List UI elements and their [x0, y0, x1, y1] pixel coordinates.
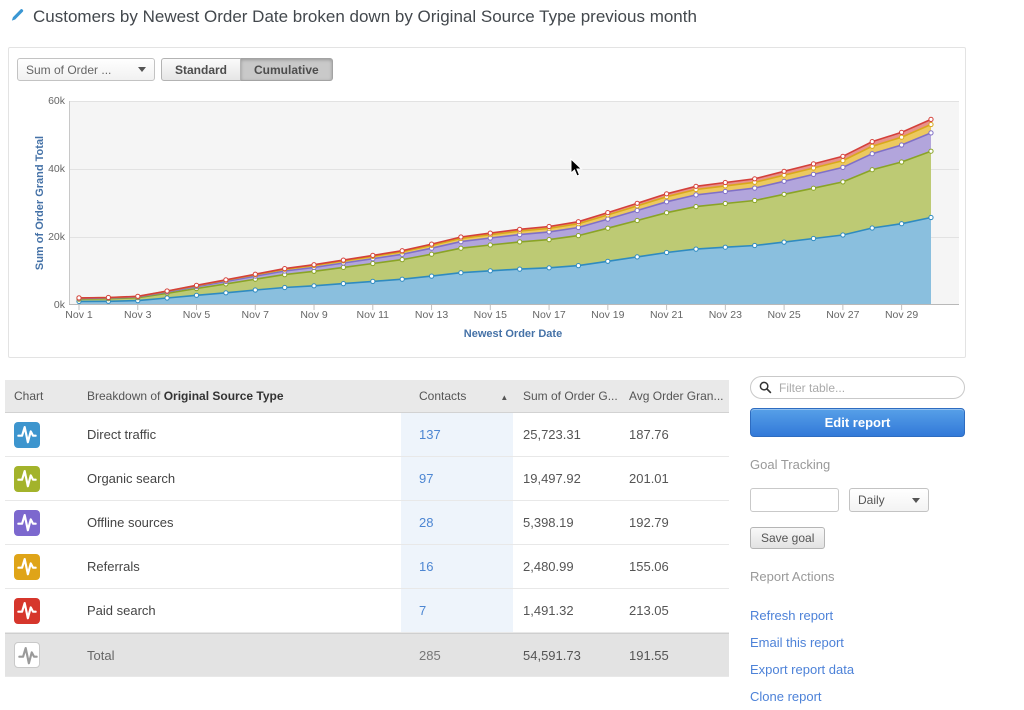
- x-tick-label: Nov 27: [821, 309, 865, 321]
- total-contacts-value: 285: [419, 648, 441, 663]
- report-sidebar: Edit report Goal Tracking Daily Save goa…: [750, 376, 966, 704]
- report-action-link[interactable]: Clone report: [750, 689, 966, 704]
- x-tick-label: Nov 17: [527, 309, 571, 321]
- contacts-count-link[interactable]: 97: [419, 471, 433, 486]
- report-title-bar: Customers by Newest Order Date broken do…: [10, 7, 697, 27]
- stacked-area-chart[interactable]: [69, 101, 959, 311]
- source-label: Paid search: [63, 603, 401, 618]
- search-icon: [759, 381, 772, 394]
- sum-value: 2,480.99: [513, 559, 623, 574]
- y-tick-label: 20k: [33, 231, 65, 243]
- x-tick-label: Nov 9: [292, 309, 336, 321]
- table-row: Direct traffic 137 25,723.31 187.76: [5, 413, 729, 457]
- x-tick-label: Nov 19: [586, 309, 630, 321]
- sum-value: 25,723.31: [513, 427, 623, 442]
- avg-column-header[interactable]: Avg Order Gran...: [623, 389, 729, 403]
- x-tick-label: Nov 15: [468, 309, 512, 321]
- save-goal-button[interactable]: Save goal: [750, 527, 825, 549]
- sparkline-icon[interactable]: [14, 598, 40, 624]
- goal-period-dropdown[interactable]: Daily: [849, 488, 929, 512]
- contacts-count-link[interactable]: 137: [419, 427, 441, 442]
- avg-value: 155.06: [623, 559, 729, 574]
- avg-value: 187.76: [623, 427, 729, 442]
- chevron-down-icon: [138, 67, 146, 72]
- y-tick-label: 40k: [33, 163, 65, 175]
- x-tick-label: Nov 1: [57, 309, 101, 321]
- x-axis-title: Newest Order Date: [464, 328, 562, 340]
- sparkline-icon[interactable]: [14, 510, 40, 536]
- y-axis-title: Sum of Order Grand Total: [34, 136, 46, 270]
- breakdown-table: Chart Breakdown of Original Source Type …: [5, 380, 729, 677]
- filter-table-input[interactable]: [750, 376, 965, 399]
- avg-value: 201.01: [623, 471, 729, 486]
- source-label: Referrals: [63, 559, 401, 574]
- avg-value: 192.79: [623, 515, 729, 530]
- report-action-link[interactable]: Export report data: [750, 662, 966, 677]
- report-action-link[interactable]: Email this report: [750, 635, 966, 650]
- chart-panel: Sum of Order ... Standard Cumulative Sum…: [8, 47, 966, 358]
- sum-value: 1,491.32: [513, 603, 623, 618]
- sparkline-icon[interactable]: [14, 422, 40, 448]
- x-tick-label: Nov 7: [233, 309, 277, 321]
- x-tick-label: Nov 29: [880, 309, 924, 321]
- x-tick-label: Nov 5: [175, 309, 219, 321]
- x-tick-label: Nov 23: [703, 309, 747, 321]
- standard-toggle-button[interactable]: Standard: [161, 58, 241, 81]
- breakdown-column-header[interactable]: Breakdown of Original Source Type: [63, 389, 401, 403]
- source-label: Total: [63, 648, 401, 663]
- x-tick-label: Nov 13: [410, 309, 454, 321]
- sum-value: 5,398.19: [513, 515, 623, 530]
- report-action-link[interactable]: Refresh report: [750, 608, 966, 623]
- table-header-row: Chart Breakdown of Original Source Type …: [5, 380, 729, 413]
- report-actions-heading: Report Actions: [750, 569, 966, 584]
- contacts-count-link[interactable]: 16: [419, 559, 433, 574]
- metric-dropdown[interactable]: Sum of Order ...: [17, 58, 155, 81]
- goal-tracking-heading: Goal Tracking: [750, 457, 966, 472]
- goal-value-input[interactable]: [750, 488, 839, 512]
- source-label: Organic search: [63, 471, 401, 486]
- sum-value: 54,591.73: [513, 648, 623, 663]
- table-row: Referrals 16 2,480.99 155.06: [5, 545, 729, 589]
- chevron-down-icon: [912, 498, 920, 503]
- edit-report-button[interactable]: Edit report: [750, 408, 965, 437]
- report-actions-list: Refresh report Email this report Export re…: [750, 596, 966, 704]
- table-row: Offline sources 28 5,398.19 192.79: [5, 501, 729, 545]
- sort-ascending-icon: ▲: [500, 393, 508, 402]
- cumulative-toggle-button[interactable]: Cumulative: [241, 58, 333, 81]
- contacts-column-header[interactable]: Contacts▲: [401, 389, 513, 403]
- chart-column-header: Chart: [5, 389, 63, 403]
- x-tick-label: Nov 11: [351, 309, 395, 321]
- avg-value: 191.55: [623, 648, 729, 663]
- table-row: Organic search 97 19,497.92 201.01: [5, 457, 729, 501]
- sum-value: 19,497.92: [513, 471, 623, 486]
- sum-column-header[interactable]: Sum of Order G...: [513, 389, 623, 403]
- x-tick-label: Nov 21: [645, 309, 689, 321]
- y-tick-label: 60k: [33, 95, 65, 107]
- page-title: Customers by Newest Order Date broken do…: [33, 7, 697, 27]
- table-row: Paid search 7 1,491.32 213.05: [5, 589, 729, 633]
- contacts-count-link[interactable]: 7: [419, 603, 426, 618]
- source-label: Offline sources: [63, 515, 401, 530]
- x-tick-label: Nov 25: [762, 309, 806, 321]
- sparkline-icon[interactable]: [14, 554, 40, 580]
- sparkline-icon[interactable]: [14, 466, 40, 492]
- avg-value: 213.05: [623, 603, 729, 618]
- x-tick-label: Nov 3: [116, 309, 160, 321]
- sparkline-icon: [14, 642, 40, 668]
- edit-pencil-icon[interactable]: [10, 7, 25, 27]
- table-total-row: Total 285 54,591.73 191.55: [5, 633, 729, 677]
- metric-dropdown-value: Sum of Order ...: [26, 63, 138, 77]
- chart-mode-toggle: Standard Cumulative: [161, 58, 333, 81]
- contacts-count-link[interactable]: 28: [419, 515, 433, 530]
- source-label: Direct traffic: [63, 427, 401, 442]
- goal-period-value: Daily: [858, 493, 912, 507]
